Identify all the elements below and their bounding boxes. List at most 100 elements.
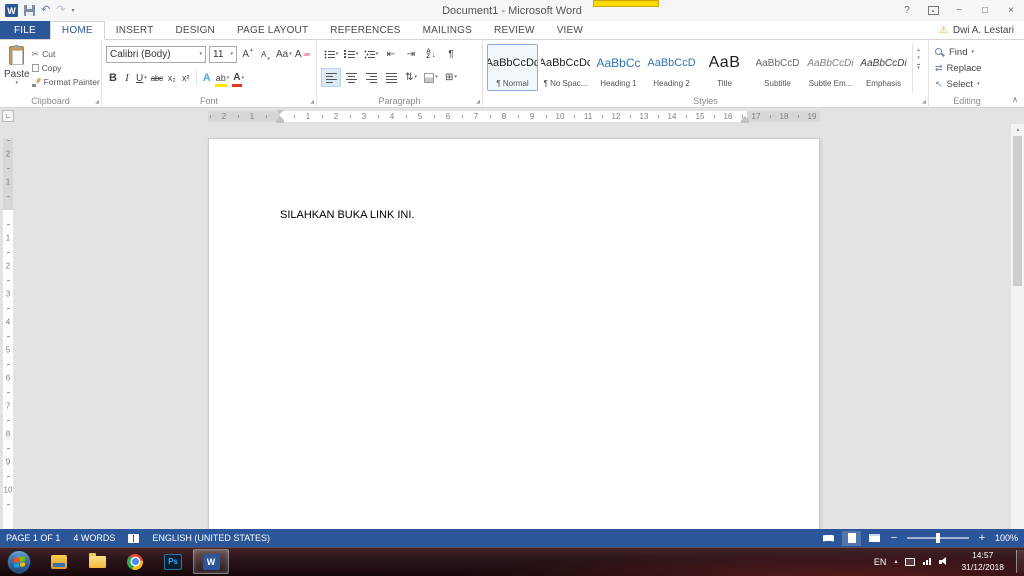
tab-home[interactable]: HOME [49,21,105,40]
multilevel-list-button[interactable]: ▾ [361,45,381,64]
replace-button[interactable]: ⇄ Replace [935,63,1001,74]
cut-button[interactable]: ✂ Cut [32,49,100,59]
redo-button[interactable]: ↷ [56,5,65,16]
tab-design[interactable]: DESIGN [164,21,226,39]
shading-button[interactable]: ▾ [421,68,441,87]
decrease-indent-button[interactable]: ⇤ [381,45,401,64]
font-dialog-launcher[interactable]: ◢ [310,100,314,105]
paragraph-dialog-launcher[interactable]: ◢ [476,100,480,105]
horizontal-ruler[interactable]: ∟ 2 1 1 2 3 4 5 6 7 8 9 10 11 12 13 14 15 16 17 18 19 [0,108,1024,124]
show-hide-formatting-button[interactable]: ¶ [441,45,461,64]
paste-button[interactable]: Paste ▾ [4,43,30,93]
change-case-button[interactable]: Aa ▾ [276,45,292,64]
print-layout-button[interactable] [842,530,861,546]
clear-formatting-button[interactable]: A [295,45,311,64]
text-effects-button[interactable]: A [200,68,214,88]
taskbar-yellow-app-button[interactable] [41,549,77,574]
clipboard-dialog-launcher[interactable]: ◢ [95,100,99,105]
align-left-button[interactable] [321,68,341,87]
italic-button[interactable]: I [120,68,134,88]
web-layout-button[interactable] [865,531,884,546]
network-tray-icon[interactable] [923,558,932,565]
read-mode-button[interactable] [819,531,838,546]
left-indent-marker[interactable] [276,120,284,123]
styles-scroll-up-button[interactable]: ▴ [917,48,920,53]
style-heading-2[interactable]: AaBbCcD Heading 2 [646,44,697,91]
page-number-status[interactable]: PAGE 1 OF 1 [6,533,60,543]
tab-mailings[interactable]: MAILINGS [412,21,483,39]
language-indicator[interactable]: EN [874,557,887,567]
vertical-scrollbar[interactable]: ▴ [1010,124,1024,529]
taskbar-word-button[interactable]: W [193,549,229,574]
tab-file[interactable]: FILE [0,21,50,39]
find-button[interactable]: Find ▾ [935,47,1001,58]
increase-indent-button[interactable]: ⇥ [401,45,421,64]
undo-button[interactable]: ↶ [41,5,50,16]
zoom-slider[interactable] [907,533,969,543]
help-button[interactable]: ? [894,0,920,21]
taskbar-chrome-button[interactable] [117,549,153,574]
save-icon[interactable] [24,5,35,16]
copy-button[interactable]: Copy [29,62,100,73]
language-status[interactable]: ENGLISH (UNITED STATES) [152,533,270,543]
align-center-button[interactable] [341,68,361,87]
styles-more-button[interactable]: ▾ [917,64,920,71]
strikethrough-button[interactable]: abc [149,68,165,88]
collapse-ribbon-button[interactable]: ∧ [1012,95,1018,104]
vertical-ruler[interactable]: 2 1 1 2 3 4 5 6 7 8 9 10 [0,124,16,529]
numbering-button[interactable]: ▾ [341,45,361,64]
word-count-status[interactable]: 4 WORDS [73,533,115,543]
style-normal[interactable]: AaBbCcDc ¶ Normal [487,44,538,91]
tab-insert[interactable]: INSERT [105,21,165,39]
bold-button[interactable]: B [106,68,120,88]
hidden-icons-button[interactable]: ▴ [894,558,897,565]
zoom-in-button[interactable]: + [976,532,988,544]
zoom-percentage[interactable]: 100% [992,533,1018,543]
document-text[interactable]: SILAHKAN BUKA LINK INI. [280,209,415,221]
bullets-button[interactable]: ▾ [321,45,341,64]
word-logo-icon[interactable]: W [5,4,18,17]
tab-stop-selector[interactable]: ∟ [2,110,14,122]
start-button[interactable] [7,549,31,574]
volume-tray-icon[interactable] [939,557,949,566]
align-right-button[interactable] [361,68,381,87]
styles-dialog-launcher[interactable]: ◢ [922,100,926,105]
restore-button[interactable]: □ [972,0,998,21]
format-painter-button[interactable]: Format Painter [31,77,100,87]
taskbar-clock[interactable]: 14:57 31/12/2018 [957,550,1008,572]
customize-qat-button[interactable]: ▾ [71,7,74,14]
show-desktop-button[interactable] [1016,550,1024,573]
font-color-button[interactable]: A ▾ [231,68,246,88]
scroll-up-arrow-icon[interactable]: ▴ [1011,126,1024,133]
style-subtitle[interactable]: AaBbCcD Subtitle [752,44,803,91]
style-heading-1[interactable]: AaBbCc Heading 1 [593,44,644,91]
account-button[interactable]: ⚠ Dwi A. Lestari [939,21,1024,39]
borders-button[interactable]: ⊞ ▾ [441,68,461,87]
ribbon-display-options-button[interactable]: ▴ [920,0,946,21]
minimize-button[interactable]: − [946,0,972,21]
taskbar-explorer-button[interactable] [79,549,115,574]
subscript-button[interactable]: x₂ [165,68,179,88]
tab-view[interactable]: VIEW [546,21,594,39]
styles-scroll-down-button[interactable]: ▾ [917,56,920,61]
zoom-out-button[interactable]: − [888,532,900,544]
select-button[interactable]: ↖ Select ▾ [935,79,1001,90]
close-button[interactable]: × [998,0,1024,21]
style-emphasis[interactable]: AaBbCcDi Emphasis [858,44,909,91]
first-line-indent-marker[interactable] [276,110,284,114]
style-subtle-emphasis[interactable]: AaBbCcDi Subtle Em... [805,44,856,91]
underline-button[interactable]: U ▾ [134,68,149,88]
display-tray-icon[interactable] [905,557,916,566]
font-name-select[interactable]: Calibri (Body) ▾ [106,46,206,63]
style-title[interactable]: AaB Title [699,44,750,91]
font-size-select[interactable]: 11 ▾ [209,46,237,63]
tab-references[interactable]: REFERENCES [319,21,411,39]
line-spacing-button[interactable]: ⇅ ▾ [401,68,421,87]
tab-page-layout[interactable]: PAGE LAYOUT [226,21,319,39]
highlight-color-button[interactable]: ab ▾ [214,68,232,88]
sort-button[interactable]: A Z ↓ [421,45,441,64]
proofing-status-icon[interactable] [128,533,140,543]
style-no-spacing[interactable]: AaBbCcDc ¶ No Spac... [540,44,591,91]
scrollbar-thumb[interactable] [1013,136,1022,286]
shrink-font-button[interactable]: A ▾ [258,45,273,64]
